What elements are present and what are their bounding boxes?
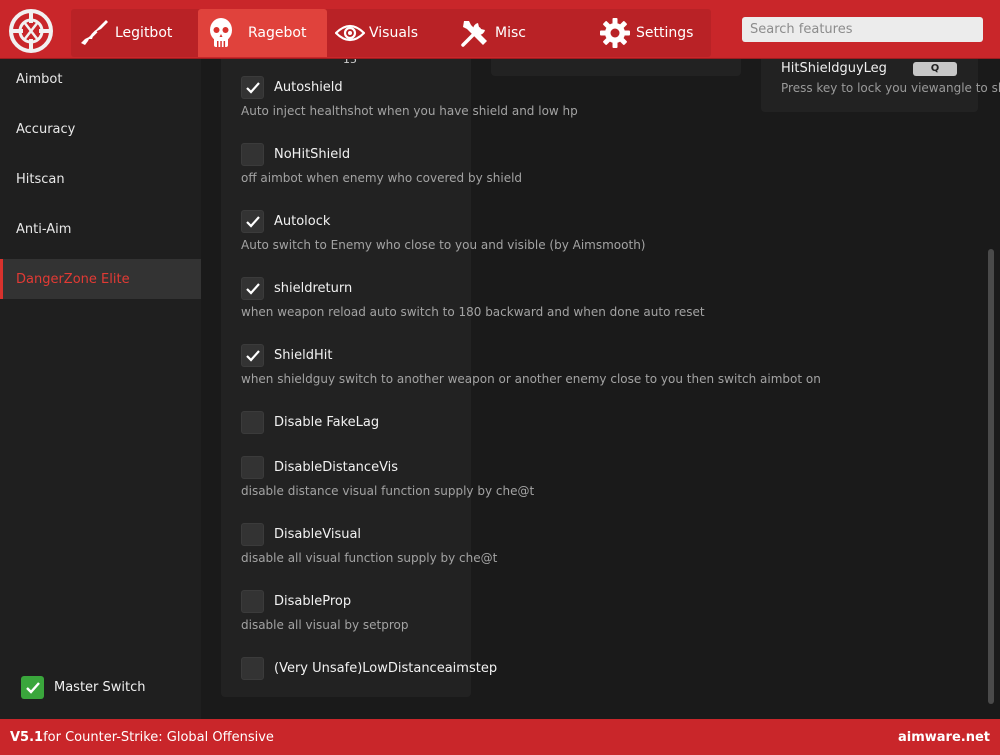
option-description: when shieldguy switch to another weapon … bbox=[241, 372, 821, 386]
master-switch-label: Master Switch bbox=[54, 680, 146, 695]
option-disableprop: DisableProp disable all visual by setprop bbox=[241, 590, 408, 632]
tab-label: Visuals bbox=[369, 25, 419, 41]
option-nohitshield: NoHitShield off aimbot when enemy who cov… bbox=[241, 143, 522, 185]
main-tabs: Legitbot Ragebot Visuals Misc Settings bbox=[71, 9, 711, 57]
option-description: off aimbot when enemy who covered by shi… bbox=[241, 171, 523, 185]
footer: V5.1 for Counter-Strike: Global Offensiv… bbox=[0, 719, 1000, 755]
game-label: for Counter-Strike: Global Offensive bbox=[43, 729, 274, 745]
option-shieldhit: ShieldHit when shieldguy switch to anothe… bbox=[241, 344, 821, 386]
version-label: V5.1 bbox=[10, 729, 44, 745]
search-input[interactable] bbox=[742, 17, 983, 42]
option-description: Auto switch to Enemy who close to you an… bbox=[241, 238, 646, 252]
sidebar-item-accuracy[interactable]: Accuracy bbox=[0, 109, 201, 149]
option-checkbox[interactable] bbox=[241, 344, 264, 367]
tab-label: Ragebot bbox=[248, 25, 307, 41]
option-description: disable all visual by setprop bbox=[241, 618, 409, 632]
checkmark-icon bbox=[245, 282, 260, 295]
option-name: DisableProp bbox=[274, 594, 352, 609]
clipped-value: 15 bbox=[343, 59, 357, 66]
option-name: DisableVisual bbox=[274, 527, 362, 542]
keybind-description: Press key to lock you viewangle to shie bbox=[781, 81, 1000, 95]
option-name: (Very Unsafe)LowDistanceaimstep bbox=[274, 661, 498, 676]
option-description: Auto inject healthshot when you have shi… bbox=[241, 104, 578, 118]
keybind-name: HitShieldguyLeg bbox=[781, 61, 887, 76]
tools-icon bbox=[459, 17, 491, 53]
checkmark-icon bbox=[245, 81, 260, 94]
option-row: (Very Unsafe)LowDistanceaimstep bbox=[241, 657, 497, 680]
tab-ragebot[interactable]: Ragebot bbox=[198, 9, 327, 57]
master-switch[interactable]: Master Switch bbox=[21, 676, 146, 699]
option-row: NoHitShield bbox=[241, 143, 522, 166]
sidebar-item-label: DangerZone Elite bbox=[16, 271, 130, 287]
sidebar-item-anti-aim[interactable]: Anti-Aim bbox=[0, 209, 201, 249]
sidebar-item-dangerzone-elite[interactable]: DangerZone Elite bbox=[0, 259, 201, 299]
option-disabledistancevis: DisableDistanceVis disable distance visua… bbox=[241, 456, 534, 498]
option-checkbox[interactable] bbox=[241, 76, 264, 99]
option-description: when weapon reload auto switch to 180 ba… bbox=[241, 305, 705, 319]
option-name: NoHitShield bbox=[274, 147, 351, 162]
keybind-button[interactable]: Q bbox=[913, 62, 957, 76]
option-name: Disable FakeLag bbox=[274, 415, 380, 430]
option-name: Autoshield bbox=[274, 80, 343, 95]
checkmark-icon bbox=[25, 681, 40, 694]
option-disablevisual: DisableVisual disable all visual function… bbox=[241, 523, 497, 565]
option-name: ShieldHit bbox=[274, 348, 333, 363]
tab-misc[interactable]: Misc bbox=[452, 9, 579, 57]
option-row: Disable FakeLag bbox=[241, 411, 379, 434]
scrollbar[interactable] bbox=[988, 249, 994, 704]
sidebar-item-label: Anti-Aim bbox=[16, 221, 72, 237]
option-name: Autolock bbox=[274, 214, 331, 229]
tab-legitbot[interactable]: Legitbot bbox=[71, 9, 198, 57]
option-autolock: Autolock Auto switch to Enemy who close t… bbox=[241, 210, 645, 252]
option-disable-fakelag: Disable FakeLag bbox=[241, 411, 379, 434]
option-checkbox[interactable] bbox=[241, 411, 264, 434]
option-row: Autoshield bbox=[241, 76, 578, 99]
sidebar-item-hitscan[interactable]: Hitscan bbox=[0, 159, 201, 199]
gear-icon bbox=[599, 17, 631, 53]
tab-settings[interactable]: Settings bbox=[579, 9, 711, 57]
tab-label: Settings bbox=[636, 25, 694, 41]
sidebar: Aimbot Accuracy Hitscan Anti-Aim DangerZ… bbox=[0, 59, 201, 719]
secondary-panel bbox=[491, 59, 741, 76]
sidebar-item-aimbot[interactable]: Aimbot bbox=[0, 59, 201, 99]
rifle-icon bbox=[79, 17, 111, 53]
option-checkbox[interactable] bbox=[241, 657, 264, 680]
option-row: shieldreturn bbox=[241, 277, 705, 300]
option-checkbox[interactable] bbox=[241, 456, 264, 479]
main-content: 15 HitShieldguyLeg Q Press key to lock y… bbox=[201, 59, 1000, 719]
site-link[interactable]: aimware.net bbox=[898, 730, 990, 745]
option-checkbox[interactable] bbox=[241, 523, 264, 546]
skull-icon bbox=[207, 17, 235, 55]
tab-label: Misc bbox=[495, 25, 526, 41]
option-checkbox[interactable] bbox=[241, 277, 264, 300]
crosshair-logo-icon bbox=[9, 9, 53, 53]
option-checkbox[interactable] bbox=[241, 210, 264, 233]
option-row: DisableProp bbox=[241, 590, 408, 613]
option-row: Autolock bbox=[241, 210, 645, 233]
option-checkbox[interactable] bbox=[241, 590, 264, 613]
option-name: shieldreturn bbox=[274, 281, 353, 296]
sidebar-item-label: Hitscan bbox=[16, 171, 65, 187]
option-description: disable distance visual function supply … bbox=[241, 484, 535, 498]
tab-label: Legitbot bbox=[115, 25, 173, 41]
option-name: DisableDistanceVis bbox=[274, 460, 399, 475]
checkmark-icon bbox=[245, 349, 260, 362]
option-shieldreturn: shieldreturn when weapon reload auto swit… bbox=[241, 277, 705, 319]
option-very-unsafe-lowdistanceaimstep: (Very Unsafe)LowDistanceaimstep bbox=[241, 657, 497, 680]
option-checkbox[interactable] bbox=[241, 143, 264, 166]
top-bar: Legitbot Ragebot Visuals Misc Settings S… bbox=[0, 0, 1000, 59]
option-row: DisableVisual bbox=[241, 523, 497, 546]
sidebar-item-label: Accuracy bbox=[16, 121, 76, 137]
sidebar-item-label: Aimbot bbox=[16, 71, 63, 87]
option-autoshield: Autoshield Auto inject healthshot when yo… bbox=[241, 76, 578, 118]
option-row: DisableDistanceVis bbox=[241, 456, 534, 479]
eye-icon bbox=[334, 22, 366, 48]
master-switch-checkbox[interactable] bbox=[21, 676, 44, 699]
option-description: disable all visual function supply by ch… bbox=[241, 551, 498, 565]
option-row: ShieldHit bbox=[241, 344, 821, 367]
checkmark-icon bbox=[245, 215, 260, 228]
tab-visuals[interactable]: Visuals bbox=[327, 9, 452, 57]
